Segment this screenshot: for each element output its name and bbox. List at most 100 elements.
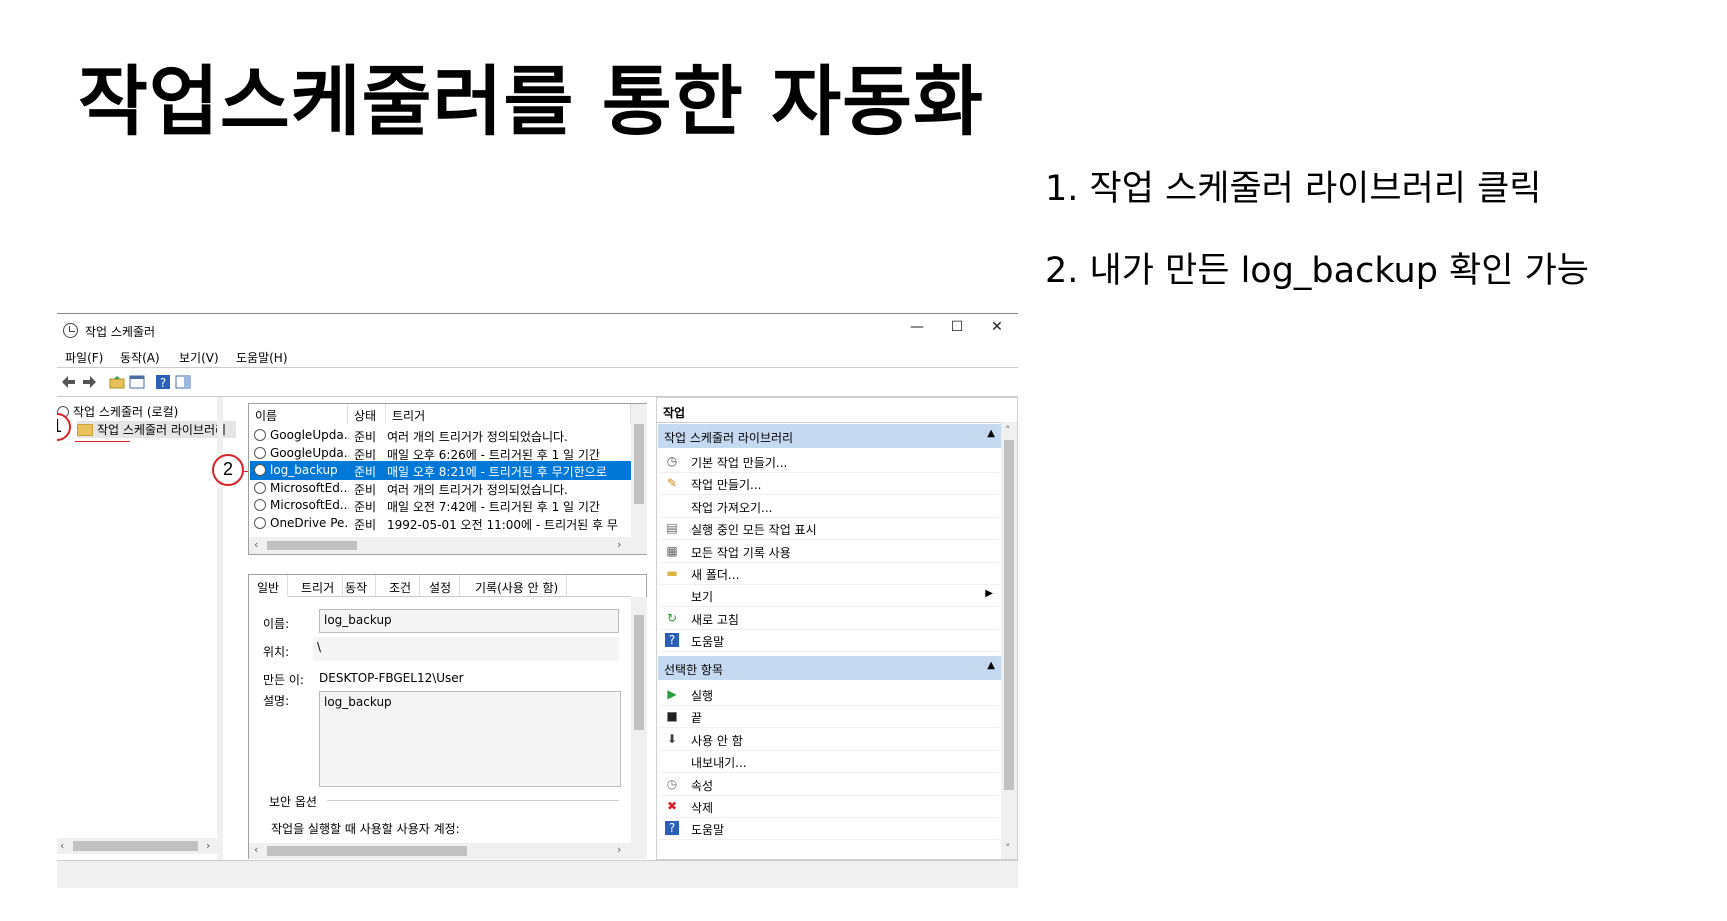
author-label: 만든 이: [263,673,304,687]
history-icon: ▦ [666,543,678,558]
action-label: 삭제 [691,801,714,815]
collapse-icon[interactable]: ▲ [987,428,995,439]
menu-action[interactable]: 동작(A) [120,349,160,366]
action-label: 도움말 [691,823,725,838]
task-row[interactable]: MicrosoftEd... 준비 매일 오전 7:42에 - 트리거된 후 1 일… [250,496,630,515]
clock-icon [254,429,266,441]
action-item[interactable]: ▬ 새 폴더... [659,561,999,585]
refresh-icon: ↻ [666,610,678,625]
task-trigger: 1992-05-01 오전 11:00에 - 트리거된 후 무 [387,518,618,532]
action-item[interactable]: ? 도움말 [659,628,999,653]
name-field[interactable]: log_backup [319,609,619,633]
tab-4[interactable]: 설정 [421,575,461,597]
action-label: 작업 가져오기... [691,500,773,515]
action-item[interactable]: ◷ 속성 [659,772,999,796]
task-row[interactable]: MicrosoftEd... 준비 여러 개의 트리거가 정의되었습니다. [250,479,630,498]
tree-item-library[interactable]: 작업 스케줄러 라이브러리 [77,421,237,438]
detail-tab-bar: 일반 트리거 동작 조건 설정 기록(사용 안 함) [249,575,631,597]
step-1: 1. 작업 스케줄러 라이브러리 클릭 [1045,169,1542,209]
task-status: 준비 [354,430,377,444]
tree-horizontal-scrollbar[interactable]: ‹ › [57,838,217,854]
column-header-trigger[interactable]: 트리거 [386,404,631,424]
action-item[interactable]: 보기 ▶ [659,583,999,608]
tree-root[interactable]: 작업 스케줄러 (로컬) [57,403,178,420]
clock-icon [254,517,266,529]
scroll-up-icon[interactable]: ˄ [1005,424,1011,437]
action-item[interactable]: ✎ 작업 만들기... [659,471,999,496]
actions-vertical-scrollbar[interactable]: ˄ ˅ [1001,422,1017,859]
clock-icon [254,446,266,459]
action-item[interactable]: ⬇ 사용 안 함 [659,727,999,751]
action-item[interactable]: ◷ 기본 작업 만들기... [659,449,999,473]
task-list-horizontal-scrollbar[interactable]: ‹ › [249,537,647,554]
action-item[interactable]: ? 도움말 [659,816,999,841]
back-arrow-icon[interactable] [61,374,77,390]
task-status: 준비 [354,500,377,515]
description-field[interactable]: log_backup [319,691,621,787]
action-item[interactable]: ▤ 실행 중인 모든 작업 표시 [659,516,999,541]
scroll-down-icon[interactable]: ˅ [1005,842,1011,855]
task-row[interactable]: OneDrive Pe... 준비 1992-05-01 오전 11:00에 - 트… [250,514,630,533]
menu-file[interactable]: 파일(F) [65,349,103,366]
action-item[interactable]: ■ 끝 [659,704,999,729]
scroll-left-icon[interactable]: ‹ [60,839,64,852]
delete-icon: ✖ [666,799,678,813]
action-item[interactable]: ▶ 실행 [659,682,999,706]
section-selected[interactable]: 선택한 항목 ▲ [658,656,1001,680]
close-button[interactable]: ✕ [982,319,1012,339]
section-library[interactable]: 작업 스케줄러 라이브러리 ▲ [658,424,1001,448]
task-row[interactable]: GoogleUpda... 준비 여러 개의 트리거가 정의되었습니다. [250,426,630,445]
column-header-status[interactable]: 상태 [348,404,386,424]
scroll-left-icon[interactable]: ‹ [254,538,258,551]
actions-title: 작업 [663,406,686,420]
action-label: 내보내기... [691,756,747,771]
location-label: 위치: [263,645,290,659]
security-options-label: 보안 옵션 [269,795,317,809]
detail-horizontal-scrollbar[interactable]: ‹ › [249,843,647,859]
task-row[interactable]: GoogleUpda... 준비 매일 오후 6:26에 - 트리거된 후 1 일 … [250,444,630,463]
task-list-vertical-scrollbar[interactable] [631,404,647,537]
up-folder-icon[interactable] [109,374,125,390]
maximize-button[interactable]: ☐ [942,319,972,339]
task-row[interactable]: log_backup 준비 매일 오후 8:21에 - 트리거된 후 무기한으로 [250,461,631,481]
tab-2[interactable]: 동작 [337,575,377,597]
tab-5[interactable]: 기록(사용 안 함) [467,575,568,597]
stop-icon: ■ [666,709,678,724]
scroll-right-icon[interactable]: › [617,843,621,856]
menu-help[interactable]: 도움말(H) [236,349,288,366]
scroll-right-icon[interactable]: › [206,839,210,852]
minimize-button[interactable]: — [902,319,932,339]
menu-view[interactable]: 보기(V) [179,349,219,366]
detail-vertical-scrollbar[interactable] [631,597,647,843]
action-item[interactable]: 내보내기... [659,749,999,774]
step-2: 2. 내가 만든 log_backup 확인 가능 [1045,251,1589,291]
task-trigger: 여러 개의 트리거가 정의되었습니다. [387,482,568,497]
show-pane-icon[interactable] [129,374,145,390]
action-item[interactable]: ↻ 새로 고침 [659,606,999,630]
collapse-icon[interactable]: ▲ [987,660,995,671]
action-label: 보기 [691,590,714,605]
scroll-right-icon[interactable]: › [617,538,621,551]
task-name: MicrosoftEd... [270,480,349,495]
location-value: \ [313,637,619,661]
action-item[interactable]: 작업 가져오기... [659,494,999,518]
column-header-name[interactable]: 이름 [249,404,348,424]
running-tasks-icon: ▤ [666,521,678,536]
forward-arrow-icon[interactable] [81,374,97,390]
help-icon: ? [665,821,679,836]
tab-0[interactable]: 일반 [249,575,289,597]
task-name: log_backup [270,463,338,478]
action-label: 새 폴더... [691,568,740,582]
action-item[interactable]: ▦ 모든 작업 기록 사용 [659,539,999,563]
tab-3[interactable]: 조건 [381,575,421,597]
title-bar: 작업 스케줄러 — ☐ ✕ [57,314,1018,344]
action-label: 속성 [691,778,714,793]
tab-1[interactable]: 트리거 [293,575,344,597]
action-item[interactable]: ✖ 삭제 [659,794,999,818]
help-icon[interactable]: ? [155,374,171,390]
tree-pane: 작업 스케줄러 (로컬) 작업 스케줄러 라이브러리 ‹ › [57,397,237,860]
folder-clock-icon [77,424,93,436]
scroll-left-icon[interactable]: ‹ [254,843,258,856]
task-trigger: 매일 오전 7:42에 - 트리거된 후 1 일 기간 [387,500,600,515]
action-pane-icon[interactable] [175,374,191,390]
